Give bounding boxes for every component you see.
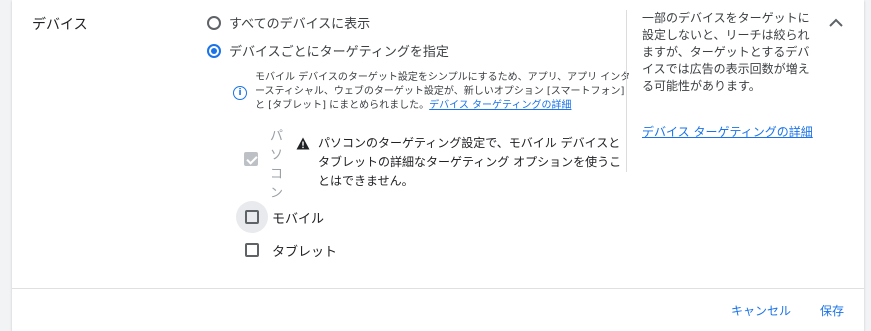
device-settings-card: デバイス すべてのデバイスに表示 デバイスごとにターゲティングを指定 i モバイ… [12, 0, 864, 331]
checkbox-ring [236, 234, 268, 266]
pc-warning: パソコンのターゲティング設定で、モバイル デバイスとタブレットの詳細なターゲティ… [296, 134, 623, 203]
mobile-checkbox[interactable] [245, 210, 259, 224]
pc-label: パソコン [270, 129, 284, 201]
collapse-button[interactable] [824, 10, 848, 34]
radio-target-by-device[interactable]: デバイスごとにターゲティングを指定 [207, 41, 449, 60]
mobile-label: モバイル [272, 211, 325, 227]
radio-button[interactable] [207, 15, 221, 30]
radio-label: デバイスごとにターゲティングを指定 [229, 45, 449, 60]
side-help-link[interactable]: デバイス ターゲティングの詳細 [642, 124, 814, 141]
warning-text: パソコンのターゲティング設定で、モバイル デバイスとタブレットの詳細なターゲティ… [318, 136, 622, 188]
device-row-mobile[interactable]: モバイル [236, 201, 324, 233]
warning-icon [296, 137, 310, 150]
side-help-text: 一部のデバイスをターゲットに設定しないと、リーチは絞られますが、ターゲットとする… [642, 11, 810, 93]
info-text: モバイル デバイスのターゲット設定をシンプルにするため、アプリ、アプリ インター… [255, 72, 631, 111]
cancel-button[interactable]: キャンセル [731, 302, 791, 319]
save-button[interactable]: 保存 [820, 302, 844, 319]
pc-checkbox [244, 152, 258, 166]
section-title: デバイス [32, 17, 88, 33]
radio-label: すべてのデバイスに表示 [229, 17, 371, 32]
device-row-pc: パソコン パソコンのターゲティング設定で、モバイル デバイスとタブレットの詳細な… [244, 127, 623, 203]
vertical-divider [626, 10, 627, 172]
chevron-up-icon [829, 18, 843, 27]
info-icon: i [233, 86, 247, 100]
info-link[interactable]: デバイス ターゲティングの詳細 [429, 100, 571, 111]
radio-show-all-devices[interactable]: すべてのデバイスに表示 [207, 13, 370, 32]
device-row-tablet[interactable]: タブレット [236, 234, 337, 266]
footer-divider [12, 288, 864, 289]
tablet-checkbox[interactable] [245, 243, 259, 257]
checkbox-hover-ring [236, 201, 268, 233]
radio-button-selected[interactable] [207, 43, 221, 58]
info-notice: i モバイル デバイスのターゲット設定をシンプルにするため、アプリ、アプリ イン… [233, 71, 633, 113]
tablet-label: タブレット [272, 244, 338, 260]
